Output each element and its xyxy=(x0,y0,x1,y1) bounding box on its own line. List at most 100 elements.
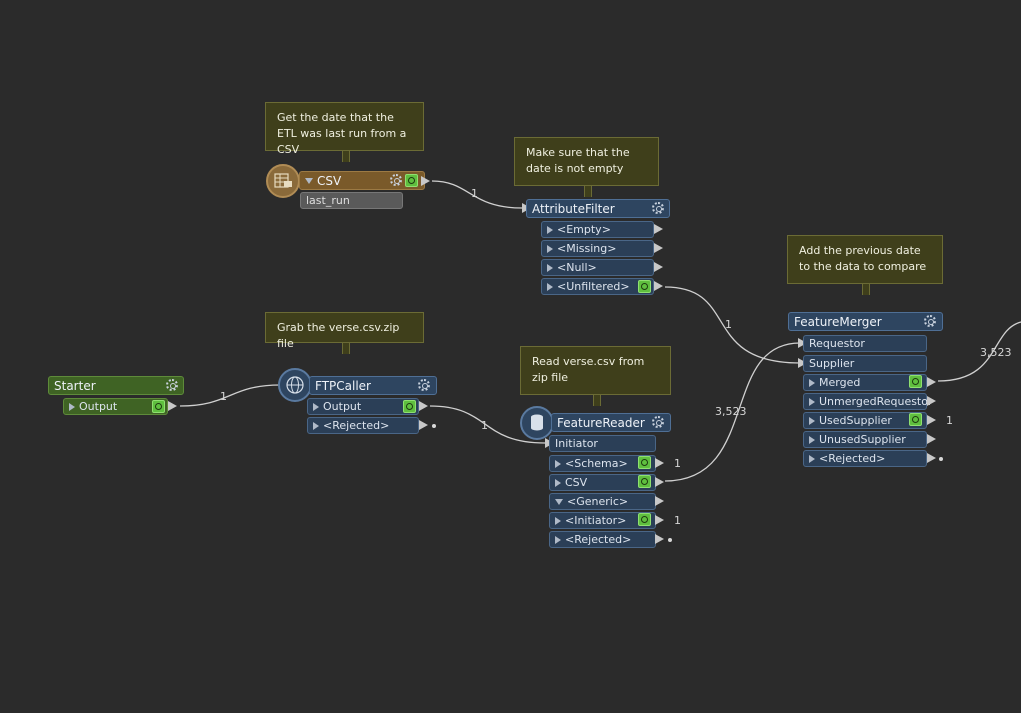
output-arrow-icon[interactable] xyxy=(654,262,663,272)
csv-reader-icon[interactable] xyxy=(266,164,300,198)
terminator-dot xyxy=(668,538,672,542)
gear-icon[interactable] xyxy=(390,174,402,186)
port-label: <Missing> xyxy=(557,242,617,255)
gear-icon[interactable] xyxy=(924,315,936,327)
inspect-icon[interactable] xyxy=(638,513,651,526)
output-arrow-icon[interactable] xyxy=(654,243,663,253)
gear-icon[interactable] xyxy=(652,202,664,214)
gear-icon[interactable] xyxy=(652,416,664,428)
note-text: Get the date that the ETL was last run f… xyxy=(277,111,407,156)
expand-icon[interactable] xyxy=(547,225,553,234)
wire-starter-to-ftp xyxy=(179,384,281,407)
expand-icon[interactable] xyxy=(547,263,553,272)
port-empty[interactable]: <Empty> xyxy=(541,221,654,238)
port-label: Requestor xyxy=(809,337,865,350)
port-label: <Rejected> xyxy=(819,452,886,465)
note-text: Read verse.csv from zip file xyxy=(532,355,645,384)
inspect-icon[interactable] xyxy=(909,375,922,388)
expand-icon[interactable] xyxy=(809,397,815,406)
count-schema: 1 xyxy=(674,457,681,470)
database-icon xyxy=(531,414,543,431)
port-null[interactable]: <Null> xyxy=(541,259,654,276)
expand-icon[interactable] xyxy=(809,454,815,463)
expand-icon[interactable] xyxy=(69,402,75,411)
note-merger: Add the previous date to the data to com… xyxy=(787,235,943,295)
inspect-icon[interactable] xyxy=(638,456,651,469)
inspect-icon[interactable] xyxy=(405,174,418,187)
attribute-filter-header[interactable]: AttributeFilter xyxy=(526,199,670,218)
port-label: Initiator xyxy=(555,437,598,450)
port-label: Supplier xyxy=(809,357,855,370)
ftp-port-rejected[interactable]: <Rejected> xyxy=(307,417,419,434)
note-csv: Get the date that the ETL was last run f… xyxy=(265,102,424,162)
output-arrow-icon[interactable] xyxy=(927,415,936,425)
expand-icon[interactable] xyxy=(555,478,561,487)
output-arrow-icon[interactable] xyxy=(421,176,430,186)
output-arrow-icon[interactable] xyxy=(655,515,664,525)
gear-icon[interactable] xyxy=(418,379,430,391)
count-reader-to-merger: 3,523 xyxy=(715,405,747,418)
reader-input-initiator[interactable]: Initiator xyxy=(549,435,656,452)
collapse-icon[interactable] xyxy=(305,177,313,184)
merger-input-requestor[interactable]: Requestor xyxy=(803,335,927,352)
output-arrow-icon[interactable] xyxy=(419,401,428,411)
output-arrow-icon[interactable] xyxy=(927,453,936,463)
port-label: UnmergedRequestor xyxy=(819,395,933,408)
port-label: <Schema> xyxy=(565,457,628,470)
ftp-caller-title: FTPCaller xyxy=(315,378,371,393)
output-arrow-icon[interactable] xyxy=(927,396,936,406)
merger-port-unused-supplier[interactable]: UnusedSupplier xyxy=(803,431,927,448)
collapse-icon[interactable] xyxy=(555,498,563,505)
port-label: <Empty> xyxy=(557,223,611,236)
count-merged-out: 3,523 xyxy=(980,346,1012,359)
feature-merger-header[interactable]: FeatureMerger xyxy=(788,312,943,331)
port-label: Output xyxy=(323,400,362,413)
output-arrow-icon[interactable] xyxy=(419,420,428,430)
terminator-dot xyxy=(432,424,436,428)
inspect-icon[interactable] xyxy=(909,413,922,426)
merger-port-unmerged-requestor[interactable]: UnmergedRequestor xyxy=(803,393,933,410)
attr-label: last_run xyxy=(306,194,350,207)
output-arrow-icon[interactable] xyxy=(927,434,936,444)
merger-input-supplier[interactable]: Supplier xyxy=(803,355,927,372)
expand-icon[interactable] xyxy=(313,421,319,430)
note-text: Make sure that the date is not empty xyxy=(526,146,630,175)
expand-icon[interactable] xyxy=(555,535,561,544)
merger-port-rejected[interactable]: <Rejected> xyxy=(803,450,927,467)
expand-icon[interactable] xyxy=(547,244,553,253)
expand-icon[interactable] xyxy=(809,416,815,425)
output-arrow-icon[interactable] xyxy=(927,377,936,387)
output-arrow-icon[interactable] xyxy=(654,281,663,291)
output-arrow-icon[interactable] xyxy=(654,224,663,234)
port-label: Output xyxy=(79,400,118,413)
inspect-icon[interactable] xyxy=(638,280,651,293)
output-arrow-icon[interactable] xyxy=(655,534,664,544)
port-label: <Unfiltered> xyxy=(557,280,630,293)
inspect-icon[interactable] xyxy=(152,400,165,413)
reader-port-rejected[interactable]: <Rejected> xyxy=(549,531,656,548)
expand-icon[interactable] xyxy=(555,516,561,525)
count-filter-to-merger: 1 xyxy=(725,318,732,331)
starter-header[interactable]: Starter xyxy=(48,376,184,395)
count-starter-to-ftp: 1 xyxy=(220,390,227,403)
csv-attr-last-run[interactable]: last_run xyxy=(300,192,403,209)
port-label: UsedSupplier xyxy=(819,414,892,427)
note-text: Add the previous date to the data to com… xyxy=(799,244,927,273)
ftp-caller-icon[interactable] xyxy=(278,368,312,402)
port-missing[interactable]: <Missing> xyxy=(541,240,654,257)
feature-reader-title: FeatureReader xyxy=(557,415,645,430)
port-label: <Rejected> xyxy=(565,533,632,546)
expand-icon[interactable] xyxy=(555,459,561,468)
expand-icon[interactable] xyxy=(809,378,815,387)
output-arrow-icon[interactable] xyxy=(168,401,177,411)
expand-icon[interactable] xyxy=(547,282,553,291)
output-arrow-icon[interactable] xyxy=(655,477,664,487)
output-arrow-icon[interactable] xyxy=(655,496,664,506)
expand-icon[interactable] xyxy=(809,435,815,444)
inspect-icon[interactable] xyxy=(403,400,416,413)
expand-icon[interactable] xyxy=(313,402,319,411)
gear-icon[interactable] xyxy=(166,379,178,391)
output-arrow-icon[interactable] xyxy=(655,458,664,468)
inspect-icon[interactable] xyxy=(638,475,651,488)
reader-port-generic[interactable]: <Generic> xyxy=(549,493,656,510)
